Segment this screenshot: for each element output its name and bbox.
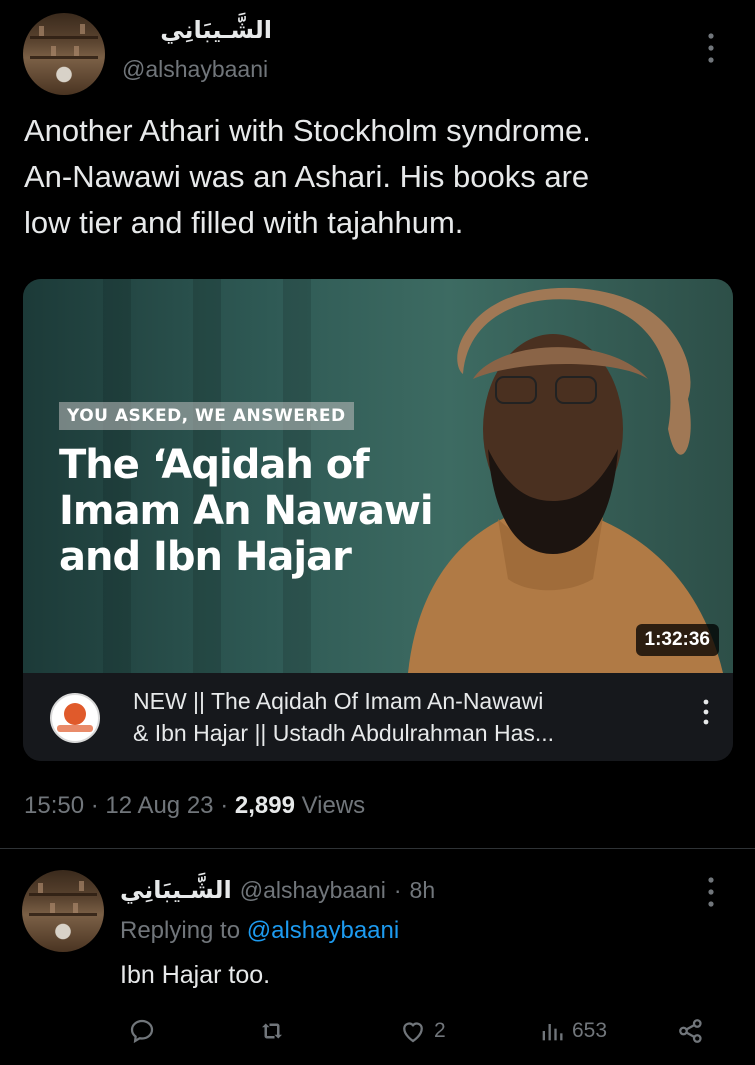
- retweet-button[interactable]: [256, 1016, 288, 1046]
- like-icon: [403, 1022, 423, 1043]
- share-button[interactable]: [676, 1016, 706, 1046]
- share-icon: [679, 1019, 702, 1043]
- reply-author-handle[interactable]: @alshaybaani: [240, 877, 386, 904]
- reply-text: Ibn Hajar too.: [120, 961, 271, 989]
- reply-more-icon[interactable]: [704, 874, 718, 916]
- video-thumbnail-title: The ‘Aqidah of Imam An Nawawi and Ibn Ha…: [59, 442, 434, 580]
- views-count-reply: 653: [572, 1019, 608, 1042]
- author-avatar[interactable]: [23, 13, 105, 95]
- views-button[interactable]: 653: [538, 1016, 607, 1046]
- author-handle[interactable]: @alshaybaani: [122, 56, 268, 83]
- reply-header: الشَّـيبَانِي @alshaybaani · 8h: [120, 876, 436, 905]
- views-count: 2,899: [234, 792, 295, 819]
- retweet-icon: [262, 1023, 282, 1039]
- reply-age: 8h: [409, 877, 436, 903]
- like-count: 2: [434, 1019, 446, 1042]
- more-icon[interactable]: [704, 30, 718, 72]
- reply-author-name[interactable]: الشَّـيبَانِي: [120, 876, 232, 905]
- replying-to-handle[interactable]: @alshaybaani: [247, 917, 399, 944]
- reply-icon: [130, 1019, 154, 1044]
- tweet-text-line: An-Nawawi was an Ashari. His books are: [24, 159, 590, 194]
- tweet-text: Another Athari with Stockholm syndrome. …: [24, 108, 734, 246]
- like-button[interactable]: 2: [398, 1016, 446, 1046]
- replying-to-label: Replying to: [120, 917, 241, 944]
- video-title-line: and Ibn Hajar: [59, 534, 352, 580]
- video-more-icon[interactable]: [701, 697, 711, 732]
- video-title-line: The ‘Aqidah of: [59, 442, 370, 488]
- views-label: Views: [301, 792, 366, 819]
- video-caption-text[interactable]: NEW || The Aqidah Of Imam An-Nawawi & Ib…: [133, 685, 554, 749]
- reply-button[interactable]: [127, 1016, 157, 1046]
- video-title-line: Imam An Nawawi: [59, 488, 434, 534]
- author-name[interactable]: الشَّـيبَانِي: [122, 16, 272, 45]
- tweet-meta: 15:50 · 12 Aug 23 · 2,899 Views: [24, 792, 366, 819]
- tweet-text-line: low tier and filled with tajahhum.: [24, 205, 464, 240]
- video-pill-label: YOU ASKED, WE ANSWERED: [59, 402, 354, 430]
- video-caption[interactable]: NEW || The Aqidah Of Imam An-Nawawi & Ib…: [23, 673, 733, 761]
- channel-logo: [50, 693, 100, 743]
- tweet-time[interactable]: 15:50: [24, 792, 84, 819]
- divider: [0, 848, 755, 849]
- reply-avatar[interactable]: [22, 870, 104, 952]
- video-card[interactable]: YOU ASKED, WE ANSWERED The ‘Aqidah of Im…: [23, 279, 733, 761]
- tweet-text-line: Another Athari with Stockholm syndrome.: [24, 113, 591, 148]
- video-duration: 1:32:36: [635, 624, 719, 656]
- tweet-date[interactable]: 12 Aug 23: [105, 792, 213, 819]
- video-caption-line: NEW || The Aqidah Of Imam An-Nawawi: [133, 688, 544, 714]
- video-caption-line: & Ibn Hajar || Ustadh Abdulrahman Has...: [133, 720, 555, 746]
- views-icon: [542, 1024, 563, 1041]
- video-thumbnail[interactable]: YOU ASKED, WE ANSWERED The ‘Aqidah of Im…: [23, 279, 733, 673]
- replying-to: Replying to @alshaybaani: [120, 917, 399, 945]
